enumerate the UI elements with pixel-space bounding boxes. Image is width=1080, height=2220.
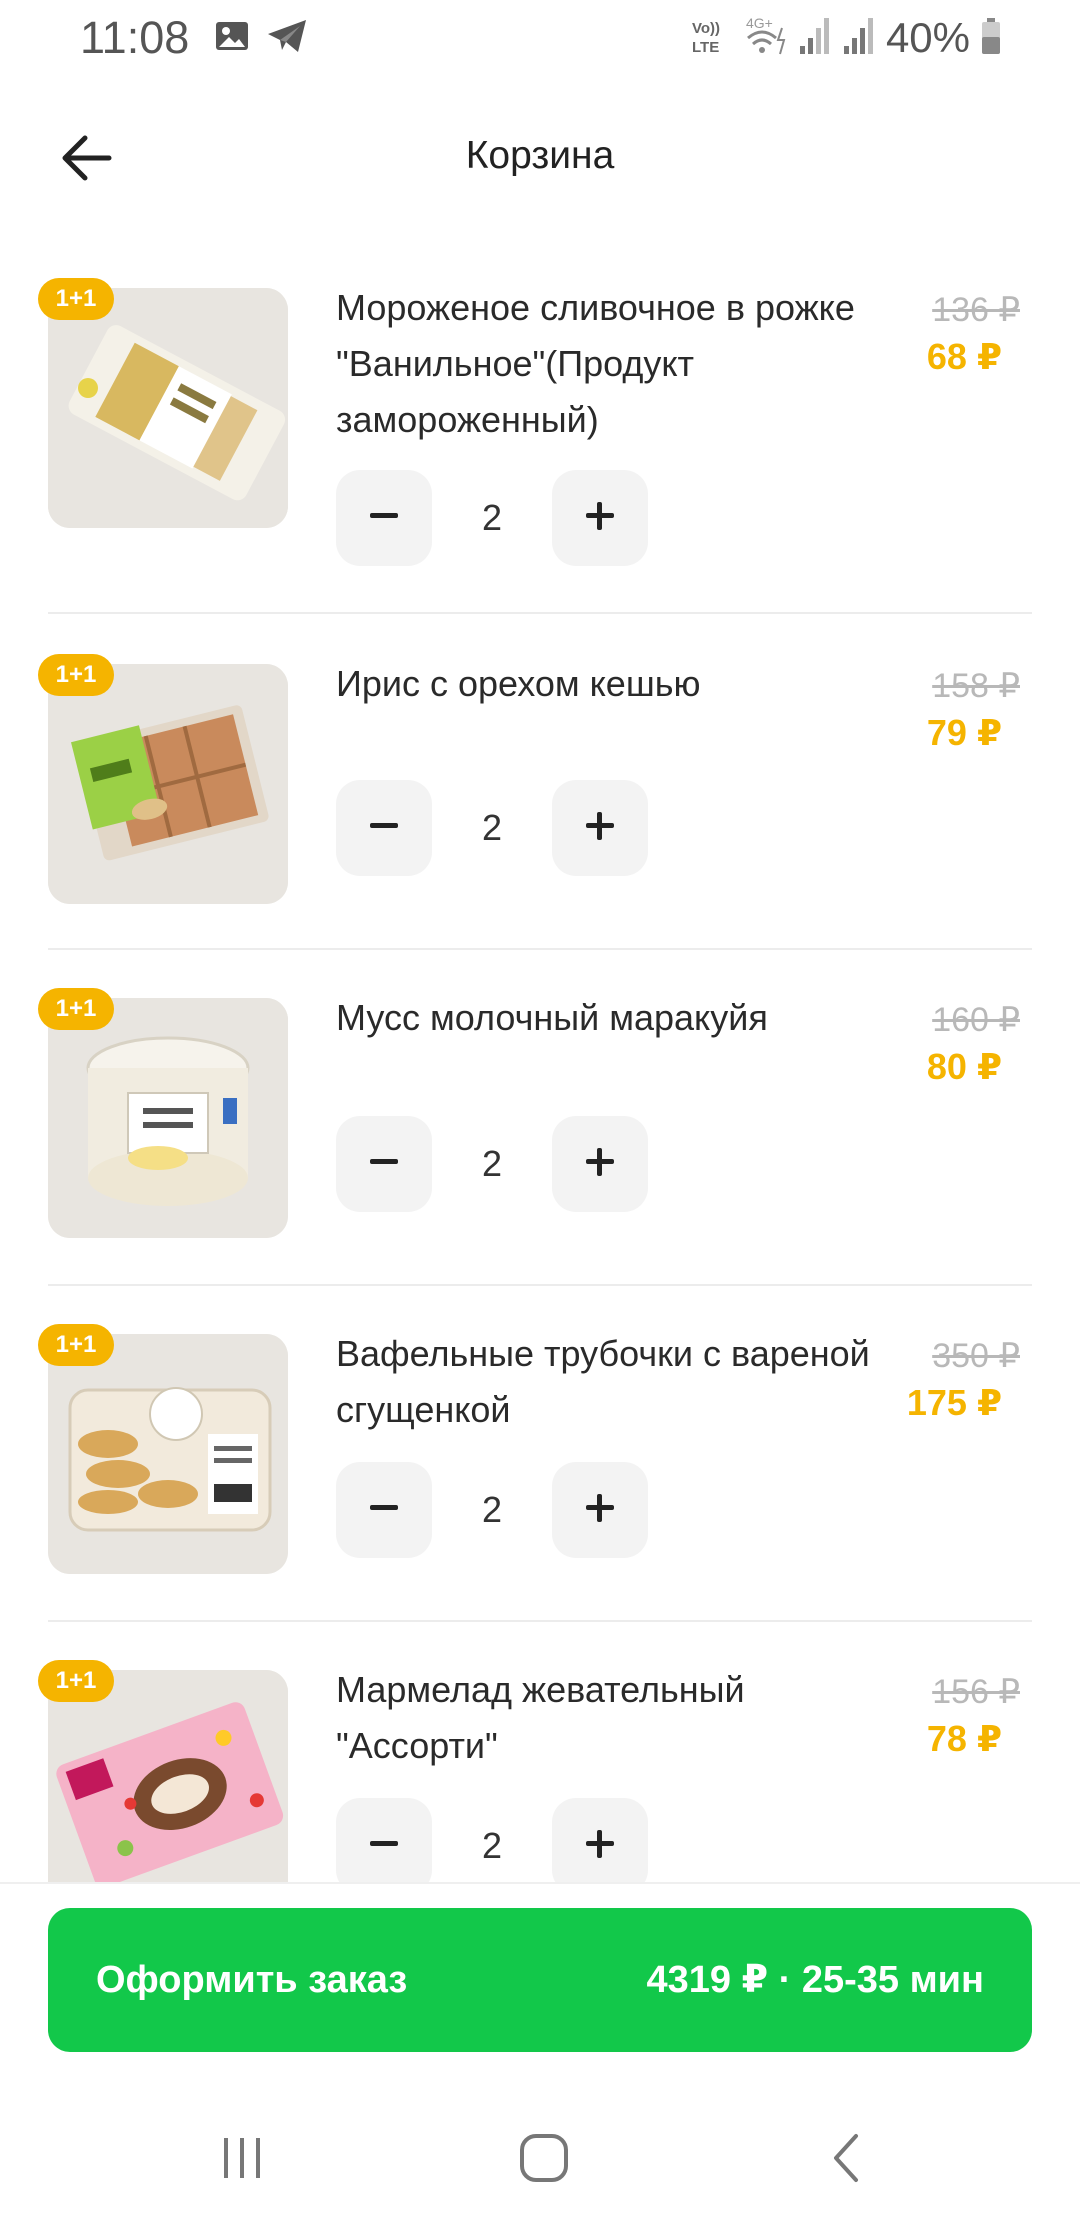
- battery-percent: 40%: [885, 14, 970, 61]
- signal-2-icon: [842, 16, 876, 61]
- product-image[interactable]: [48, 1334, 288, 1574]
- promo-badge: 1+1: [38, 654, 114, 696]
- app-header: Корзина: [0, 112, 1080, 200]
- new-price: 78 ₽: [926, 1718, 1002, 1759]
- cart-item: 1+1 Ирис с орехом кешью 158 ₽ 79 ₽ 2: [0, 614, 1080, 950]
- promo-badge: 1+1: [38, 988, 114, 1030]
- old-price: 350 ₽: [932, 1337, 1020, 1375]
- product-name: Мусс молочный маракуйя: [336, 997, 768, 1038]
- checkout-button[interactable]: Оформить заказ 4319 ₽ · 25-35 мин: [48, 1908, 1032, 2052]
- promo-badge: 1+1: [38, 278, 114, 320]
- cart-item: 1+1 Мармелад жевательный "Ассорти" 156 ₽…: [0, 1622, 1080, 1882]
- increase-button[interactable]: [552, 1462, 648, 1558]
- product-image[interactable]: [48, 664, 288, 904]
- new-price: 80 ₽: [926, 1046, 1002, 1087]
- system-nav-bar: [0, 2090, 1080, 2220]
- quantity-value: 2: [481, 1143, 503, 1184]
- volte-icon: Vo)) LTE: [690, 16, 732, 61]
- telegram-icon: [266, 18, 308, 59]
- chevron-left-icon: [826, 2132, 866, 2189]
- plus-icon: [584, 1828, 616, 1865]
- checkout-summary: 4319 ₽ · 25-35 мин: [646, 1959, 984, 2001]
- status-indicators: Vo)) LTE 4G+ 40%: [690, 12, 1002, 64]
- product-image[interactable]: [48, 998, 288, 1238]
- old-price: 156 ₽: [932, 1673, 1020, 1711]
- product-name: Вафельные трубочки с вареной сгущенкой: [336, 1333, 870, 1430]
- decrease-button[interactable]: [336, 1116, 432, 1212]
- new-price: 79 ₽: [926, 712, 1002, 753]
- new-price: 68 ₽: [926, 336, 1002, 377]
- quantity-value: 2: [481, 807, 503, 848]
- page-title: Корзина: [465, 134, 615, 177]
- plus-icon: [584, 1146, 616, 1183]
- quantity-stepper: 2: [336, 780, 648, 876]
- cart-screen: 11:08 Vo)) LTE 4G+ 40% Корзина 1+1 Морож…: [0, 0, 1080, 2220]
- recent-apps-button[interactable]: [192, 2120, 292, 2200]
- cart-item: 1+1 Мороженое сливочное в рожке "Ванильн…: [0, 256, 1080, 614]
- increase-button[interactable]: [552, 470, 648, 566]
- product-name: Мармелад жевательный "Ассорти": [336, 1669, 745, 1766]
- home-icon: [518, 2132, 570, 2189]
- svg-text:Vo)): Vo)): [692, 20, 720, 37]
- minus-icon: [368, 1492, 400, 1529]
- minus-icon: [368, 1146, 400, 1183]
- quantity-stepper: 2: [336, 470, 648, 566]
- increase-button[interactable]: [552, 780, 648, 876]
- svg-text:4G+: 4G+: [746, 15, 773, 31]
- minus-icon: [368, 1828, 400, 1865]
- decrease-button[interactable]: [336, 470, 432, 566]
- plus-icon: [584, 500, 616, 537]
- gallery-icon: [214, 18, 250, 59]
- decrease-button[interactable]: [336, 1798, 432, 1882]
- new-price: 175 ₽: [906, 1382, 1002, 1423]
- wifi-4g-icon: 4G+: [742, 14, 788, 63]
- cart-list[interactable]: 1+1 Мороженое сливочное в рожке "Ванильн…: [0, 256, 1080, 1882]
- quantity-stepper: 2: [336, 1116, 648, 1212]
- decrease-button[interactable]: [336, 780, 432, 876]
- status-bar: 11:08 Vo)) LTE 4G+ 40%: [0, 0, 1080, 76]
- minus-icon: [368, 810, 400, 847]
- old-price: 160 ₽: [932, 1001, 1020, 1039]
- home-button[interactable]: [494, 2120, 594, 2200]
- increase-button[interactable]: [552, 1116, 648, 1212]
- minus-icon: [368, 500, 400, 537]
- plus-icon: [584, 810, 616, 847]
- product-name: Ирис с орехом кешью: [336, 663, 701, 704]
- old-price: 158 ₽: [932, 667, 1020, 705]
- svg-text:LTE: LTE: [692, 39, 719, 56]
- quantity-value: 2: [481, 1489, 503, 1530]
- product-name: Мороженое сливочное в рожке "Ванильное"(…: [336, 287, 855, 440]
- quantity-stepper: 2: [336, 1462, 648, 1558]
- bottom-divider: [0, 1882, 1080, 1884]
- plus-icon: [584, 1492, 616, 1529]
- checkout-label: Оформить заказ: [96, 1959, 408, 2001]
- recent-apps-icon: [218, 2134, 266, 2187]
- battery-icon: [980, 17, 1002, 60]
- decrease-button[interactable]: [336, 1462, 432, 1558]
- signal-1-icon: [798, 16, 832, 61]
- promo-badge: 1+1: [38, 1660, 114, 1702]
- quantity-stepper: 2: [336, 1798, 648, 1882]
- nav-back-button[interactable]: [796, 2120, 896, 2200]
- quantity-value: 2: [481, 497, 503, 538]
- old-price: 136 ₽: [932, 291, 1020, 329]
- promo-badge: 1+1: [38, 1324, 114, 1366]
- product-image[interactable]: [48, 288, 288, 528]
- cart-item: 1+1 Мусс молочный маракуйя 160 ₽ 80 ₽ 2: [0, 950, 1080, 1286]
- increase-button[interactable]: [552, 1798, 648, 1882]
- quantity-value: 2: [481, 1825, 503, 1866]
- cart-item: 1+1 Вафельные трубочки с вареной сгущенк…: [0, 1286, 1080, 1622]
- status-time: 11:08: [80, 12, 190, 63]
